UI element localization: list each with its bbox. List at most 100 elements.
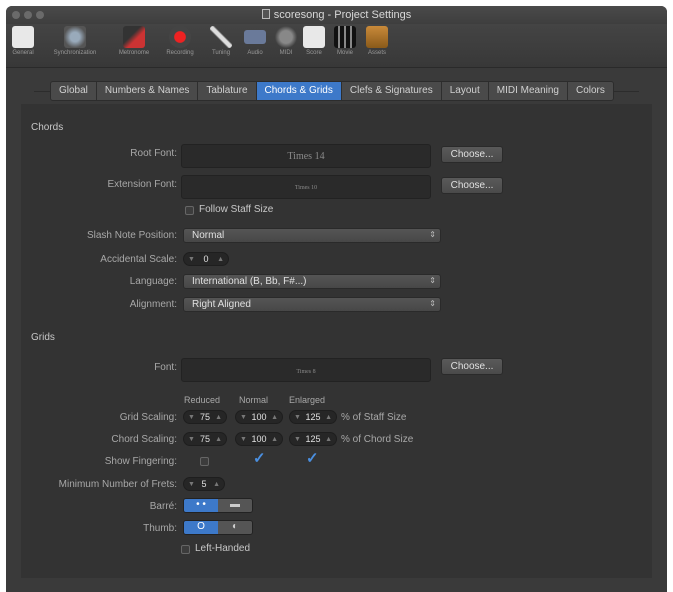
midi-icon [275,26,297,48]
barre-dots-segment[interactable]: • • [184,499,218,512]
follow-staff-size-label: Follow Staff Size [199,204,274,215]
barre-label: Barré: [149,501,177,512]
tab-midi-meaning[interactable]: MIDI Meaning [489,82,568,100]
grid-scaling-unit: % of Staff Size [341,412,407,423]
general-icon [12,26,34,48]
toolbar-tuning[interactable]: Tuning [204,26,238,56]
decrement-icon[interactable]: ▼ [240,414,247,421]
grid-scaling-normal-stepper[interactable]: ▼ 100 ▲ [235,410,283,424]
barre-segmented-control: • • ▬ [183,498,253,513]
decrement-icon[interactable]: ▼ [240,436,247,443]
alignment-popup[interactable]: Right Aligned ⇕ [183,297,441,312]
tab-colors[interactable]: Colors [568,82,613,100]
left-handed-label: Left-Handed [195,543,251,554]
decrement-icon[interactable]: ▼ [188,414,195,421]
record-icon [169,26,191,48]
score-icon [303,26,325,48]
toolbar-movie[interactable]: Movie [330,26,360,56]
popup-arrows-icon: ⇕ [429,299,436,308]
grid-scaling-reduced-stepper[interactable]: ▼ 75 ▲ [183,410,227,424]
increment-icon[interactable]: ▲ [217,256,224,263]
alignment-label: Alignment: [129,299,177,310]
tab-numbers-names[interactable]: Numbers & Names [97,82,199,100]
root-font-label: Root Font: [130,148,177,159]
toolbar-metronome[interactable]: Metronome [112,26,156,56]
document-icon [261,9,270,19]
decrement-icon[interactable]: ▼ [188,481,195,488]
toolbar-recording[interactable]: Recording [158,26,202,56]
increment-icon[interactable]: ▲ [325,436,332,443]
grids-heading: Grids [31,332,55,343]
language-popup[interactable]: International (B, Bb, F#...) ⇕ [183,274,441,289]
popup-arrows-icon: ⇕ [429,230,436,239]
left-handed-checkbox[interactable] [181,545,190,554]
chord-scaling-reduced-stepper[interactable]: ▼ 75 ▲ [183,432,227,446]
show-fingering-enlarged-checkbox[interactable]: ✓ [306,451,319,466]
popup-arrows-icon: ⇕ [429,276,436,285]
increment-icon[interactable]: ▲ [271,436,278,443]
follow-staff-size-checkbox[interactable] [185,206,194,215]
toolbar-assets[interactable]: Assets [362,26,392,56]
audio-icon [244,30,266,44]
toolbar-score[interactable]: Score [300,26,328,56]
chord-scaling-enlarged-stepper[interactable]: ▼ 125 ▲ [289,432,337,446]
toolbar-midi[interactable]: MIDI [272,26,300,56]
thumb-open-segment[interactable]: O [184,521,218,534]
metronome-icon [123,26,145,48]
tab-clefs-signatures[interactable]: Clefs & Signatures [342,82,442,100]
tab-global[interactable]: Global [51,82,97,100]
grid-scaling-label: Grid Scaling: [119,412,177,423]
chord-scaling-unit: % of Chord Size [341,434,414,445]
show-fingering-reduced-checkbox[interactable] [200,457,209,466]
grid-font-choose-button[interactable]: Choose... [441,358,503,375]
chord-scaling-normal-stepper[interactable]: ▼ 100 ▲ [235,432,283,446]
increment-icon[interactable]: ▲ [271,414,278,421]
tab-layout[interactable]: Layout [442,82,489,100]
decrement-icon[interactable]: ▼ [188,256,195,263]
toolbar-synchronization[interactable]: Synchronization [42,26,108,56]
barre-bar-segment[interactable]: ▬ [218,499,252,512]
settings-toolbar: General Synchronization Metronome Record… [6,24,667,68]
thumb-label: Thumb: [143,523,177,534]
assets-icon [366,26,388,48]
slash-note-popup[interactable]: Normal ⇕ [183,228,441,243]
extension-font-preview: Times 10 [181,175,431,199]
tab-bar: Global Numbers & Names Tablature Chords … [50,81,614,101]
min-frets-stepper[interactable]: ▼ 5 ▲ [183,477,225,491]
tuning-icon [210,26,232,48]
thumb-filled-segment[interactable]: ◐ [218,521,252,534]
accidental-scale-stepper[interactable]: ▼ 0 ▲ [183,252,229,266]
decrement-icon[interactable]: ▼ [294,436,301,443]
slash-note-value: Normal [192,230,225,241]
chord-scaling-label: Chord Scaling: [111,434,177,445]
normal-column-header: Normal [239,395,269,405]
chords-heading: Chords [31,122,64,133]
increment-icon[interactable]: ▲ [215,436,222,443]
tab-chords-grids[interactable]: Chords & Grids [256,82,342,100]
decrement-icon[interactable]: ▼ [188,436,195,443]
language-value: International (B, Bb, F#...) [192,276,307,287]
show-fingering-label: Show Fingering: [104,456,177,467]
root-font-choose-button[interactable]: Choose... [441,146,503,163]
root-font-preview: Times 14 [181,144,431,168]
chords-grids-panel: Chords Root Font: Times 14 Choose... Ext… [21,104,652,578]
decrement-icon[interactable]: ▼ [294,414,301,421]
project-settings-window: scoresong - Project Settings General Syn… [6,6,667,592]
title-bar: scoresong - Project Settings [6,6,667,24]
slash-note-label: Slash Note Position: [86,230,177,241]
grid-font-label: Font: [154,362,177,373]
grid-scaling-enlarged-stepper[interactable]: ▼ 125 ▲ [289,410,337,424]
alignment-value: Right Aligned [192,299,251,310]
show-fingering-normal-checkbox[interactable]: ✓ [253,451,266,466]
increment-icon[interactable]: ▲ [213,481,220,488]
toolbar-audio[interactable]: Audio [240,26,270,56]
tab-tablature[interactable]: Tablature [198,82,257,100]
increment-icon[interactable]: ▲ [325,414,332,421]
min-frets-label: Minimum Number of Frets: [58,479,177,490]
extension-font-choose-button[interactable]: Choose... [441,177,503,194]
language-label: Language: [129,276,177,287]
toolbar-general[interactable]: General [12,26,34,56]
reduced-column-header: Reduced [184,395,221,405]
window-title: scoresong - Project Settings [6,9,667,21]
increment-icon[interactable]: ▲ [215,414,222,421]
